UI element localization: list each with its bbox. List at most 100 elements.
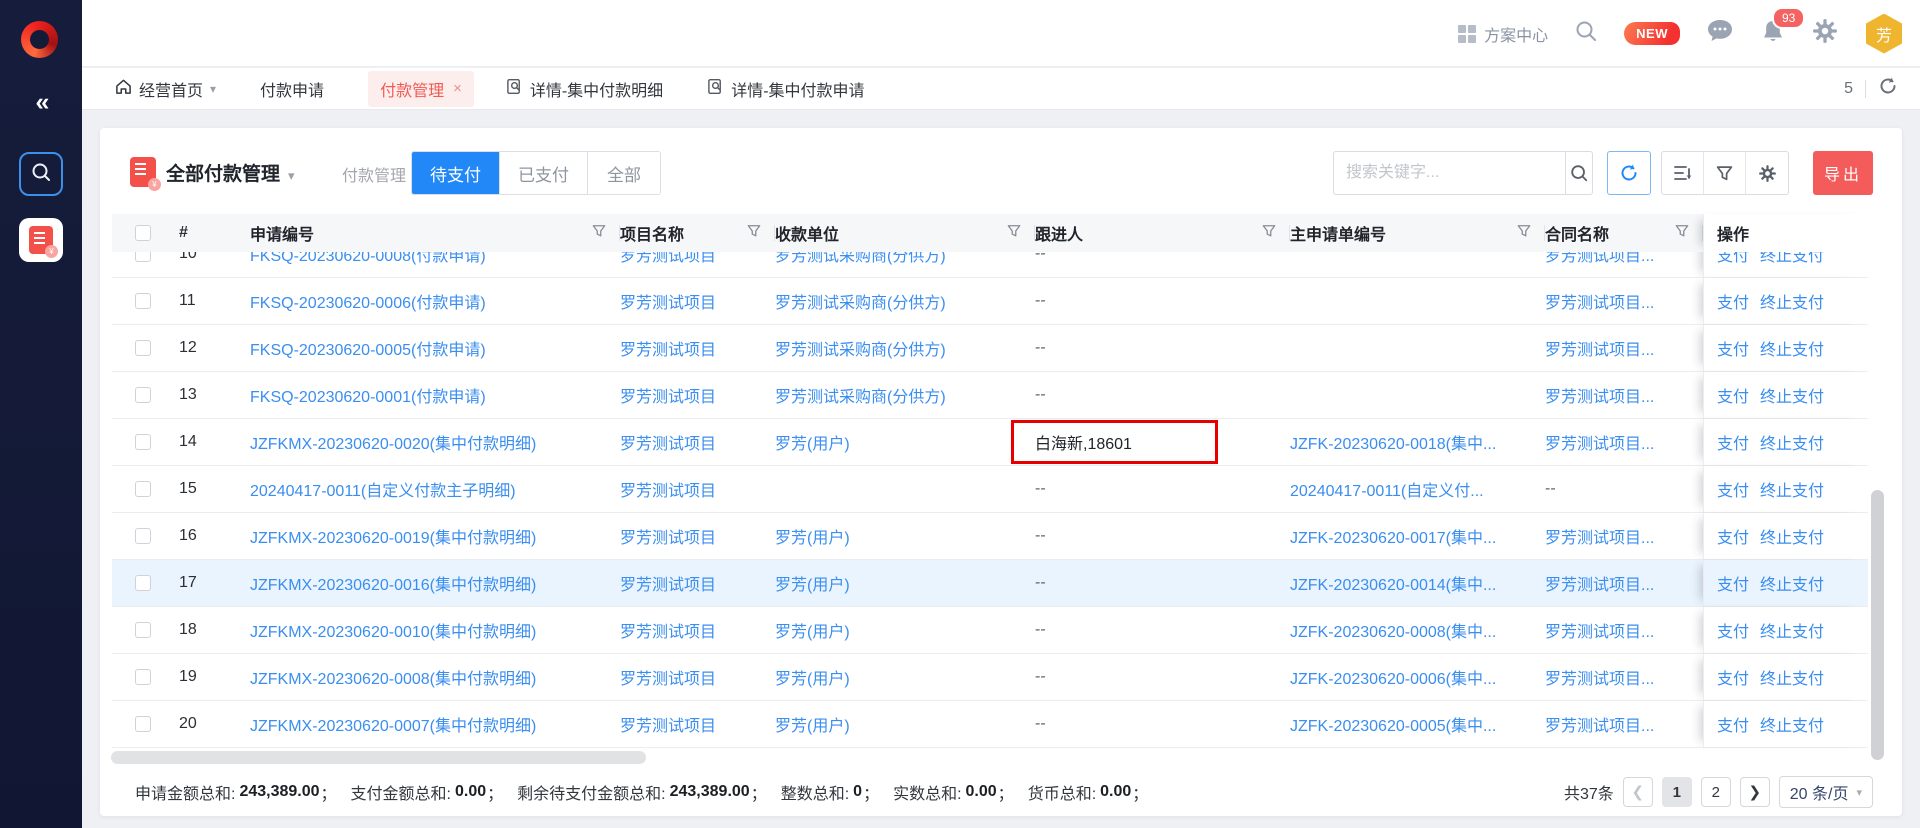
main-request-code-link[interactable]: JZFK-20230620-0008(集中...: [1290, 618, 1496, 642]
vertical-scrollbar[interactable]: [1871, 490, 1884, 760]
request-code-link[interactable]: JZFKMX-20230620-0007(集中付款明细): [250, 712, 536, 736]
list-refresh-button[interactable]: [1607, 151, 1651, 195]
select-all-checkbox[interactable]: [135, 225, 151, 241]
user-avatar[interactable]: 芳: [1864, 14, 1904, 54]
tabs-refresh-icon[interactable]: [1878, 76, 1898, 101]
stop-pay-action-link[interactable]: 终止支付: [1760, 618, 1824, 642]
main-request-code-link[interactable]: JZFK-20230620-0005(集中...: [1290, 712, 1496, 736]
pay-action-link[interactable]: 支付: [1717, 430, 1749, 454]
main-request-code-link[interactable]: JZFK-20230620-0014(集中...: [1290, 571, 1496, 595]
row-checkbox[interactable]: [135, 340, 151, 356]
tab-经营首页[interactable]: 经营首页▾: [115, 71, 216, 107]
filter-funnel-icon[interactable]: [747, 224, 761, 243]
payee-link[interactable]: 罗芳(用户): [775, 618, 850, 642]
sidebar-collapse-button[interactable]: «: [0, 88, 82, 117]
header-search-icon[interactable]: [1574, 19, 1598, 48]
row-checkbox[interactable]: [135, 481, 151, 497]
pay-action-link[interactable]: 支付: [1717, 571, 1749, 595]
stop-pay-action-link[interactable]: 终止支付: [1760, 571, 1824, 595]
row-checkbox[interactable]: [135, 434, 151, 450]
contract-name-link[interactable]: 罗芳测试项目...: [1545, 618, 1654, 642]
horizontal-scrollbar[interactable]: [111, 751, 646, 764]
main-request-code-link[interactable]: JZFK-20230620-0018(集中...: [1290, 430, 1496, 454]
request-code-link[interactable]: JZFKMX-20230620-0010(集中付款明细): [250, 618, 536, 642]
request-code-link[interactable]: JZFKMX-20230620-0020(集中付款明细): [250, 430, 536, 454]
pay-action-link[interactable]: 支付: [1717, 336, 1749, 360]
stop-pay-action-link[interactable]: 终止支付: [1760, 477, 1824, 501]
row-checkbox[interactable]: [135, 669, 151, 685]
project-name-link[interactable]: 罗芳测试项目: [620, 289, 716, 313]
request-code-link[interactable]: FKSQ-20230620-0005(付款申请): [250, 336, 486, 360]
payee-link[interactable]: 罗芳(用户): [775, 430, 850, 454]
filter-funnel-icon[interactable]: [1007, 224, 1021, 243]
page-button-2[interactable]: 2: [1701, 777, 1731, 807]
payee-link[interactable]: 罗芳(用户): [775, 524, 850, 548]
request-code-link[interactable]: FKSQ-20230620-0006(付款申请): [250, 289, 486, 313]
project-name-link[interactable]: 罗芳测试项目: [620, 571, 716, 595]
stop-pay-action-link[interactable]: 终止支付: [1760, 430, 1824, 454]
project-name-link[interactable]: 罗芳测试项目: [620, 712, 716, 736]
payee-link[interactable]: 罗芳测试采购商(分供方): [775, 289, 946, 313]
notification-bell-icon[interactable]: 93: [1760, 18, 1786, 50]
contract-name-link[interactable]: 罗芳测试项目...: [1545, 289, 1654, 313]
stop-pay-action-link[interactable]: 终止支付: [1760, 712, 1824, 736]
request-code-link[interactable]: JZFKMX-20230620-0019(集中付款明细): [250, 524, 536, 548]
main-request-code-link[interactable]: JZFK-20230620-0006(集中...: [1290, 665, 1496, 689]
request-code-link[interactable]: FKSQ-20230620-0008(付款申请): [250, 252, 486, 266]
filter-funnel-icon[interactable]: [1262, 224, 1276, 243]
main-request-code-link[interactable]: JZFK-20230620-0017(集中...: [1290, 524, 1496, 548]
payee-link[interactable]: 罗芳测试采购商(分供方): [775, 252, 946, 266]
project-name-link[interactable]: 罗芳测试项目: [620, 665, 716, 689]
contract-name-link[interactable]: 罗芳测试项目...: [1545, 252, 1654, 266]
payee-link[interactable]: 罗芳(用户): [775, 712, 850, 736]
contract-name-link[interactable]: 罗芳测试项目...: [1545, 524, 1654, 548]
contract-name-link[interactable]: 罗芳测试项目...: [1545, 430, 1654, 454]
page-button-1[interactable]: 1: [1662, 777, 1692, 807]
payee-link[interactable]: 罗芳(用户): [775, 571, 850, 595]
main-request-code-link[interactable]: 20240417-0011(自定义付...: [1290, 477, 1484, 501]
column-settings-button[interactable]: [1746, 152, 1788, 194]
view-title-dropdown[interactable]: 全部付款管理▾: [166, 159, 295, 186]
stop-pay-action-link[interactable]: 终止支付: [1760, 289, 1824, 313]
settings-gear-icon[interactable]: [1812, 18, 1838, 49]
pay-action-link[interactable]: 支付: [1717, 665, 1749, 689]
payee-link[interactable]: 罗芳测试采购商(分供方): [775, 336, 946, 360]
payee-link[interactable]: 罗芳(用户): [775, 665, 850, 689]
filter-button[interactable]: [1704, 152, 1746, 194]
payee-link[interactable]: 罗芳测试采购商(分供方): [775, 383, 946, 407]
project-name-link[interactable]: 罗芳测试项目: [620, 383, 716, 407]
message-icon[interactable]: [1706, 18, 1734, 49]
pay-action-link[interactable]: 支付: [1717, 289, 1749, 313]
keyword-search-button[interactable]: [1565, 151, 1593, 195]
tab-详情-集中付款明细[interactable]: 详情-集中付款明细: [506, 71, 663, 107]
filter-funnel-icon[interactable]: [592, 224, 606, 243]
next-page-button[interactable]: ❯︎: [1740, 777, 1770, 807]
row-checkbox[interactable]: [135, 622, 151, 638]
row-checkbox[interactable]: [135, 252, 151, 262]
row-checkbox[interactable]: [135, 575, 151, 591]
project-name-link[interactable]: 罗芳测试项目: [620, 430, 716, 454]
row-checkbox[interactable]: [135, 716, 151, 732]
request-code-link[interactable]: JZFKMX-20230620-0008(集中付款明细): [250, 665, 536, 689]
project-name-link[interactable]: 罗芳测试项目: [620, 618, 716, 642]
pay-action-link[interactable]: 支付: [1717, 252, 1749, 266]
stop-pay-action-link[interactable]: 终止支付: [1760, 252, 1824, 266]
page-size-select[interactable]: 20 条/页▾: [1779, 776, 1873, 808]
sidebar-payment-module-button[interactable]: ¥: [19, 218, 63, 262]
keyword-search-input[interactable]: [1333, 151, 1565, 195]
request-code-link[interactable]: JZFKMX-20230620-0016(集中付款明细): [250, 571, 536, 595]
tab-close-icon[interactable]: ×: [453, 80, 462, 97]
contract-name-link[interactable]: 罗芳测试项目...: [1545, 336, 1654, 360]
tab-付款管理[interactable]: 付款管理×: [368, 71, 474, 107]
export-button[interactable]: 导出: [1813, 151, 1873, 195]
row-checkbox[interactable]: [135, 293, 151, 309]
row-checkbox[interactable]: [135, 528, 151, 544]
pay-action-link[interactable]: 支付: [1717, 477, 1749, 501]
contract-name-link[interactable]: 罗芳测试项目...: [1545, 665, 1654, 689]
stop-pay-action-link[interactable]: 终止支付: [1760, 665, 1824, 689]
contract-name-link[interactable]: 罗芳测试项目...: [1545, 571, 1654, 595]
request-code-link[interactable]: FKSQ-20230620-0001(付款申请): [250, 383, 486, 407]
pay-action-link[interactable]: 支付: [1717, 524, 1749, 548]
row-checkbox[interactable]: [135, 387, 151, 403]
project-name-link[interactable]: 罗芳测试项目: [620, 252, 716, 266]
